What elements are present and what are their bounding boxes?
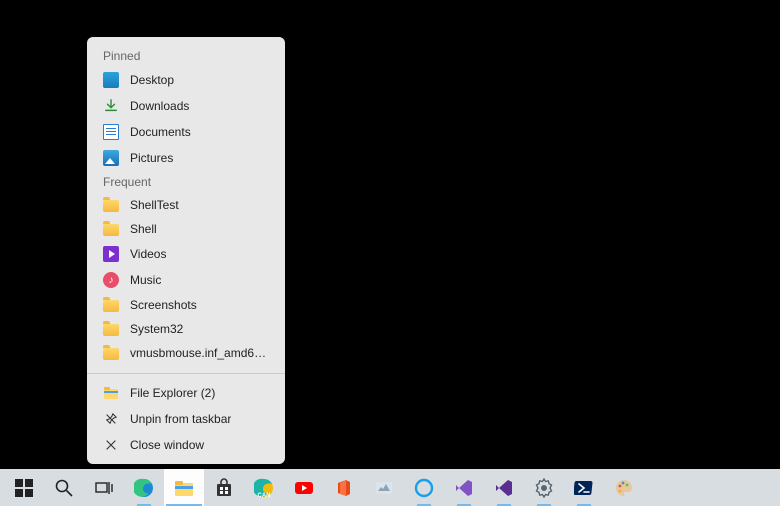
folder-icon (103, 200, 119, 212)
edge-button[interactable] (124, 469, 164, 506)
folder-icon (103, 324, 119, 336)
close-icon (103, 437, 119, 453)
document-icon (103, 124, 119, 140)
task-view-icon (93, 477, 115, 499)
pinned-documents[interactable]: Documents (87, 119, 285, 145)
item-label: Music (130, 273, 161, 287)
videos-icon (103, 246, 119, 262)
frequent-header: Frequent (87, 171, 285, 193)
frequent-screenshots[interactable]: Screenshots (87, 293, 285, 317)
jumplist: Pinned Desktop Downloads Documents Pictu… (87, 37, 285, 464)
file-explorer-icon (173, 477, 195, 499)
item-label: Unpin from taskbar (130, 412, 231, 426)
taskbar: CAN (0, 469, 780, 506)
item-label: Screenshots (130, 298, 197, 312)
youtube-button[interactable] (284, 469, 324, 506)
start-button[interactable] (4, 469, 44, 506)
frequent-vmusbmouse[interactable]: vmusbmouse.inf_amd64_64ac7a0a... (87, 341, 285, 365)
pictures-icon (103, 150, 119, 166)
powershell-icon (573, 477, 595, 499)
search-icon (53, 477, 75, 499)
item-label: Shell (130, 222, 157, 236)
frequent-music[interactable]: ♪ Music (87, 267, 285, 293)
store-icon (213, 477, 235, 499)
item-label: File Explorer (2) (130, 386, 215, 400)
office-icon (333, 477, 355, 499)
paint-icon (613, 477, 635, 499)
explorer-small-icon (103, 385, 119, 401)
item-label: Documents (130, 125, 191, 139)
edge-canary-icon: CAN (253, 477, 275, 499)
powershell-button[interactable] (564, 469, 604, 506)
visual-studio-button[interactable] (484, 469, 524, 506)
item-label: Desktop (130, 73, 174, 87)
search-button[interactable] (44, 469, 84, 506)
folder-icon (103, 224, 119, 236)
svg-text:CAN: CAN (258, 493, 271, 498)
visual-studio-preview-icon (453, 477, 475, 499)
item-label: Pictures (130, 151, 173, 165)
item-label: Close window (130, 438, 204, 452)
settings-button[interactable] (524, 469, 564, 506)
draw-button[interactable] (364, 469, 404, 506)
canary-button[interactable]: CAN (244, 469, 284, 506)
paint-button[interactable] (604, 469, 644, 506)
unpin-icon (103, 411, 119, 427)
store-button[interactable] (204, 469, 244, 506)
draw-app-icon (373, 477, 395, 499)
item-label: vmusbmouse.inf_amd64_64ac7a0a... (130, 346, 271, 360)
item-label: System32 (130, 322, 183, 336)
task-view-button[interactable] (84, 469, 124, 506)
pinned-desktop[interactable]: Desktop (87, 67, 285, 93)
gear-icon (533, 477, 555, 499)
pinned-pictures[interactable]: Pictures (87, 145, 285, 171)
item-label: ShellTest (130, 198, 179, 212)
task-file-explorer[interactable]: File Explorer (2) (87, 380, 285, 406)
frequent-shell[interactable]: Shell (87, 217, 285, 241)
folder-icon (103, 300, 119, 312)
desktop-icon (103, 72, 119, 88)
item-label: Videos (130, 247, 166, 261)
task-unpin[interactable]: Unpin from taskbar (87, 406, 285, 432)
youtube-icon (293, 477, 315, 499)
windows-logo-icon (13, 477, 35, 499)
visual-studio-icon (493, 477, 515, 499)
file-explorer-button[interactable] (164, 469, 204, 506)
download-icon (103, 98, 119, 114)
frequent-system32[interactable]: System32 (87, 317, 285, 341)
cortana-button[interactable] (404, 469, 444, 506)
frequent-shelltest[interactable]: ShellTest (87, 193, 285, 217)
pinned-header: Pinned (87, 45, 285, 67)
cortana-icon (413, 477, 435, 499)
music-icon: ♪ (103, 272, 119, 288)
separator (87, 373, 285, 374)
task-close-window[interactable]: Close window (87, 432, 285, 458)
frequent-videos[interactable]: Videos (87, 241, 285, 267)
office-button[interactable] (324, 469, 364, 506)
vs-preview-button[interactable] (444, 469, 484, 506)
folder-icon (103, 348, 119, 360)
item-label: Downloads (130, 99, 189, 113)
edge-icon (133, 477, 155, 499)
pinned-downloads[interactable]: Downloads (87, 93, 285, 119)
